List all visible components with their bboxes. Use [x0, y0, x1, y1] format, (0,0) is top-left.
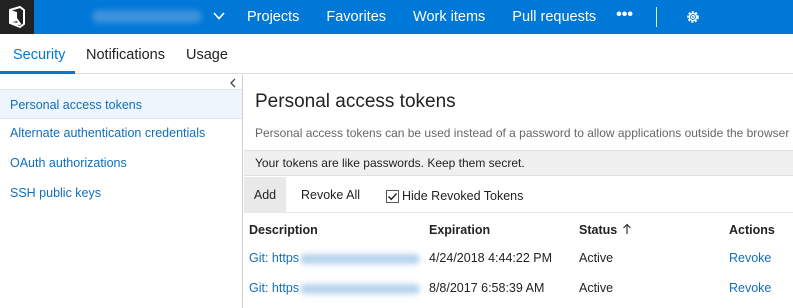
page-description: Personal access tokens can be used inste…: [255, 126, 793, 140]
hide-revoked-label: Hide Revoked Tokens: [402, 189, 524, 203]
tab-security[interactable]: Security: [13, 47, 65, 63]
column-header-actions[interactable]: Actions: [729, 223, 775, 237]
sidebar-item-oauth-authorizations[interactable]: OAuth authorizations: [0, 148, 242, 178]
sidebar: Personal access tokens Alternate authent…: [0, 75, 243, 308]
page-title: Personal access tokens: [255, 91, 456, 112]
nav-work-items[interactable]: Work items: [413, 0, 485, 34]
token-description-link[interactable]: Git: https: [249, 251, 299, 265]
column-header-status-label: Status: [579, 223, 618, 237]
column-header-description[interactable]: Description: [249, 223, 318, 237]
top-bar: Projects Favorites Work items Pull reque…: [0, 0, 793, 34]
main-content: Personal access tokens Personal access t…: [244, 75, 793, 308]
gear-icon[interactable]: [685, 9, 701, 25]
toolbar: Add Revoke All Hide Revoked Tokens: [244, 177, 793, 213]
vsts-logo-icon[interactable]: [0, 0, 34, 34]
nav-pull-requests[interactable]: Pull requests: [512, 0, 596, 34]
chevron-down-icon[interactable]: [212, 9, 226, 23]
hide-revoked-checkbox[interactable]: [386, 189, 399, 203]
account-name-redacted[interactable]: [92, 10, 202, 23]
nav-projects[interactable]: Projects: [247, 0, 299, 34]
revoke-all-button[interactable]: Revoke All: [301, 177, 360, 213]
redacted-url: [300, 284, 420, 294]
more-icon[interactable]: •••: [616, 0, 633, 34]
settings-tabs: Security Notifications Usage: [0, 34, 793, 74]
token-status: Active: [579, 251, 614, 265]
divider: [656, 7, 657, 27]
revoke-link[interactable]: Revoke: [729, 251, 771, 265]
revoke-link[interactable]: Revoke: [729, 281, 771, 295]
token-expiration: 4/24/2018 4:44:22 PM: [429, 251, 553, 265]
token-description-link[interactable]: Git: https: [249, 281, 299, 295]
checkmark-icon: [388, 192, 398, 200]
column-header-status[interactable]: Status: [579, 223, 632, 237]
token-status: Active: [579, 281, 614, 295]
redacted-url: [300, 254, 420, 264]
sort-ascending-icon: [623, 223, 632, 234]
nav-favorites[interactable]: Favorites: [326, 0, 386, 34]
active-tab-indicator: [0, 71, 75, 74]
chevron-left-icon[interactable]: [228, 77, 238, 89]
sidebar-item-ssh-public-keys[interactable]: SSH public keys: [0, 178, 242, 208]
table-row: Git: https 8/8/2017 6:58:39 AM Active Re…: [244, 273, 793, 303]
add-button[interactable]: Add: [244, 177, 286, 213]
sidebar-item-alternate-credentials[interactable]: Alternate authentication credentials: [0, 118, 242, 148]
security-notice: Your tokens are like passwords. Keep the…: [244, 150, 793, 176]
token-expiration: 8/8/2017 6:58:39 AM: [429, 281, 545, 295]
tab-notifications[interactable]: Notifications: [86, 47, 165, 63]
tab-usage[interactable]: Usage: [186, 47, 228, 63]
column-header-expiration[interactable]: Expiration: [429, 223, 490, 237]
top-navigation: Projects Favorites Work items Pull reque…: [234, 0, 647, 34]
sidebar-item-personal-access-tokens[interactable]: Personal access tokens: [0, 89, 242, 119]
table-row: Git: https 4/24/2018 4:44:22 PM Active R…: [244, 243, 793, 273]
hide-revoked-toggle[interactable]: Hide Revoked Tokens: [386, 188, 523, 204]
